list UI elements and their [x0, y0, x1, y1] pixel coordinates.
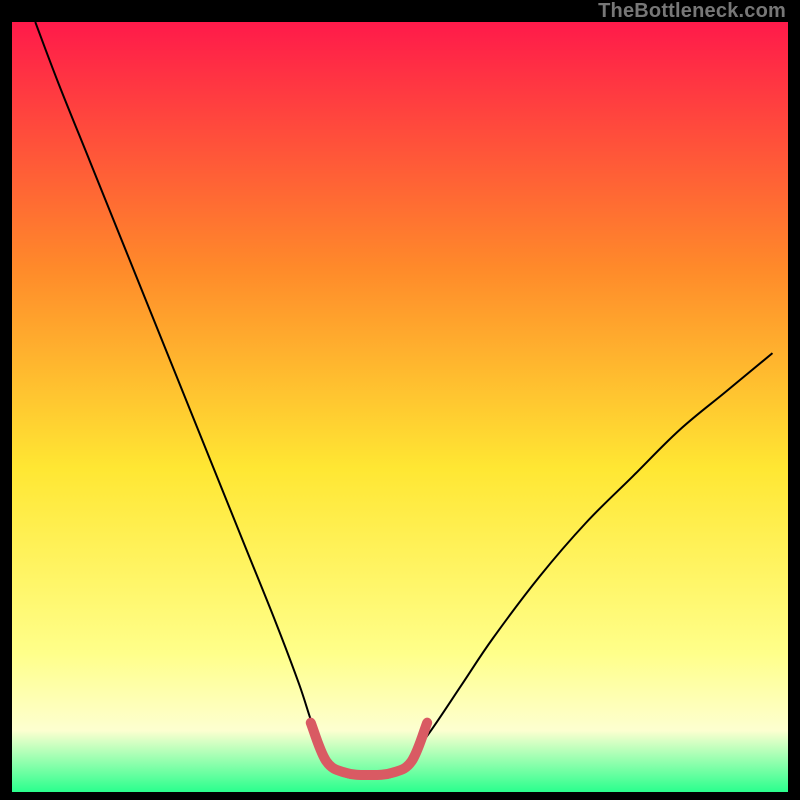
- gradient-background: [12, 22, 788, 792]
- watermark-text: TheBottleneck.com: [598, 0, 786, 23]
- bottleneck-chart: [12, 22, 788, 792]
- chart-frame: [12, 22, 788, 792]
